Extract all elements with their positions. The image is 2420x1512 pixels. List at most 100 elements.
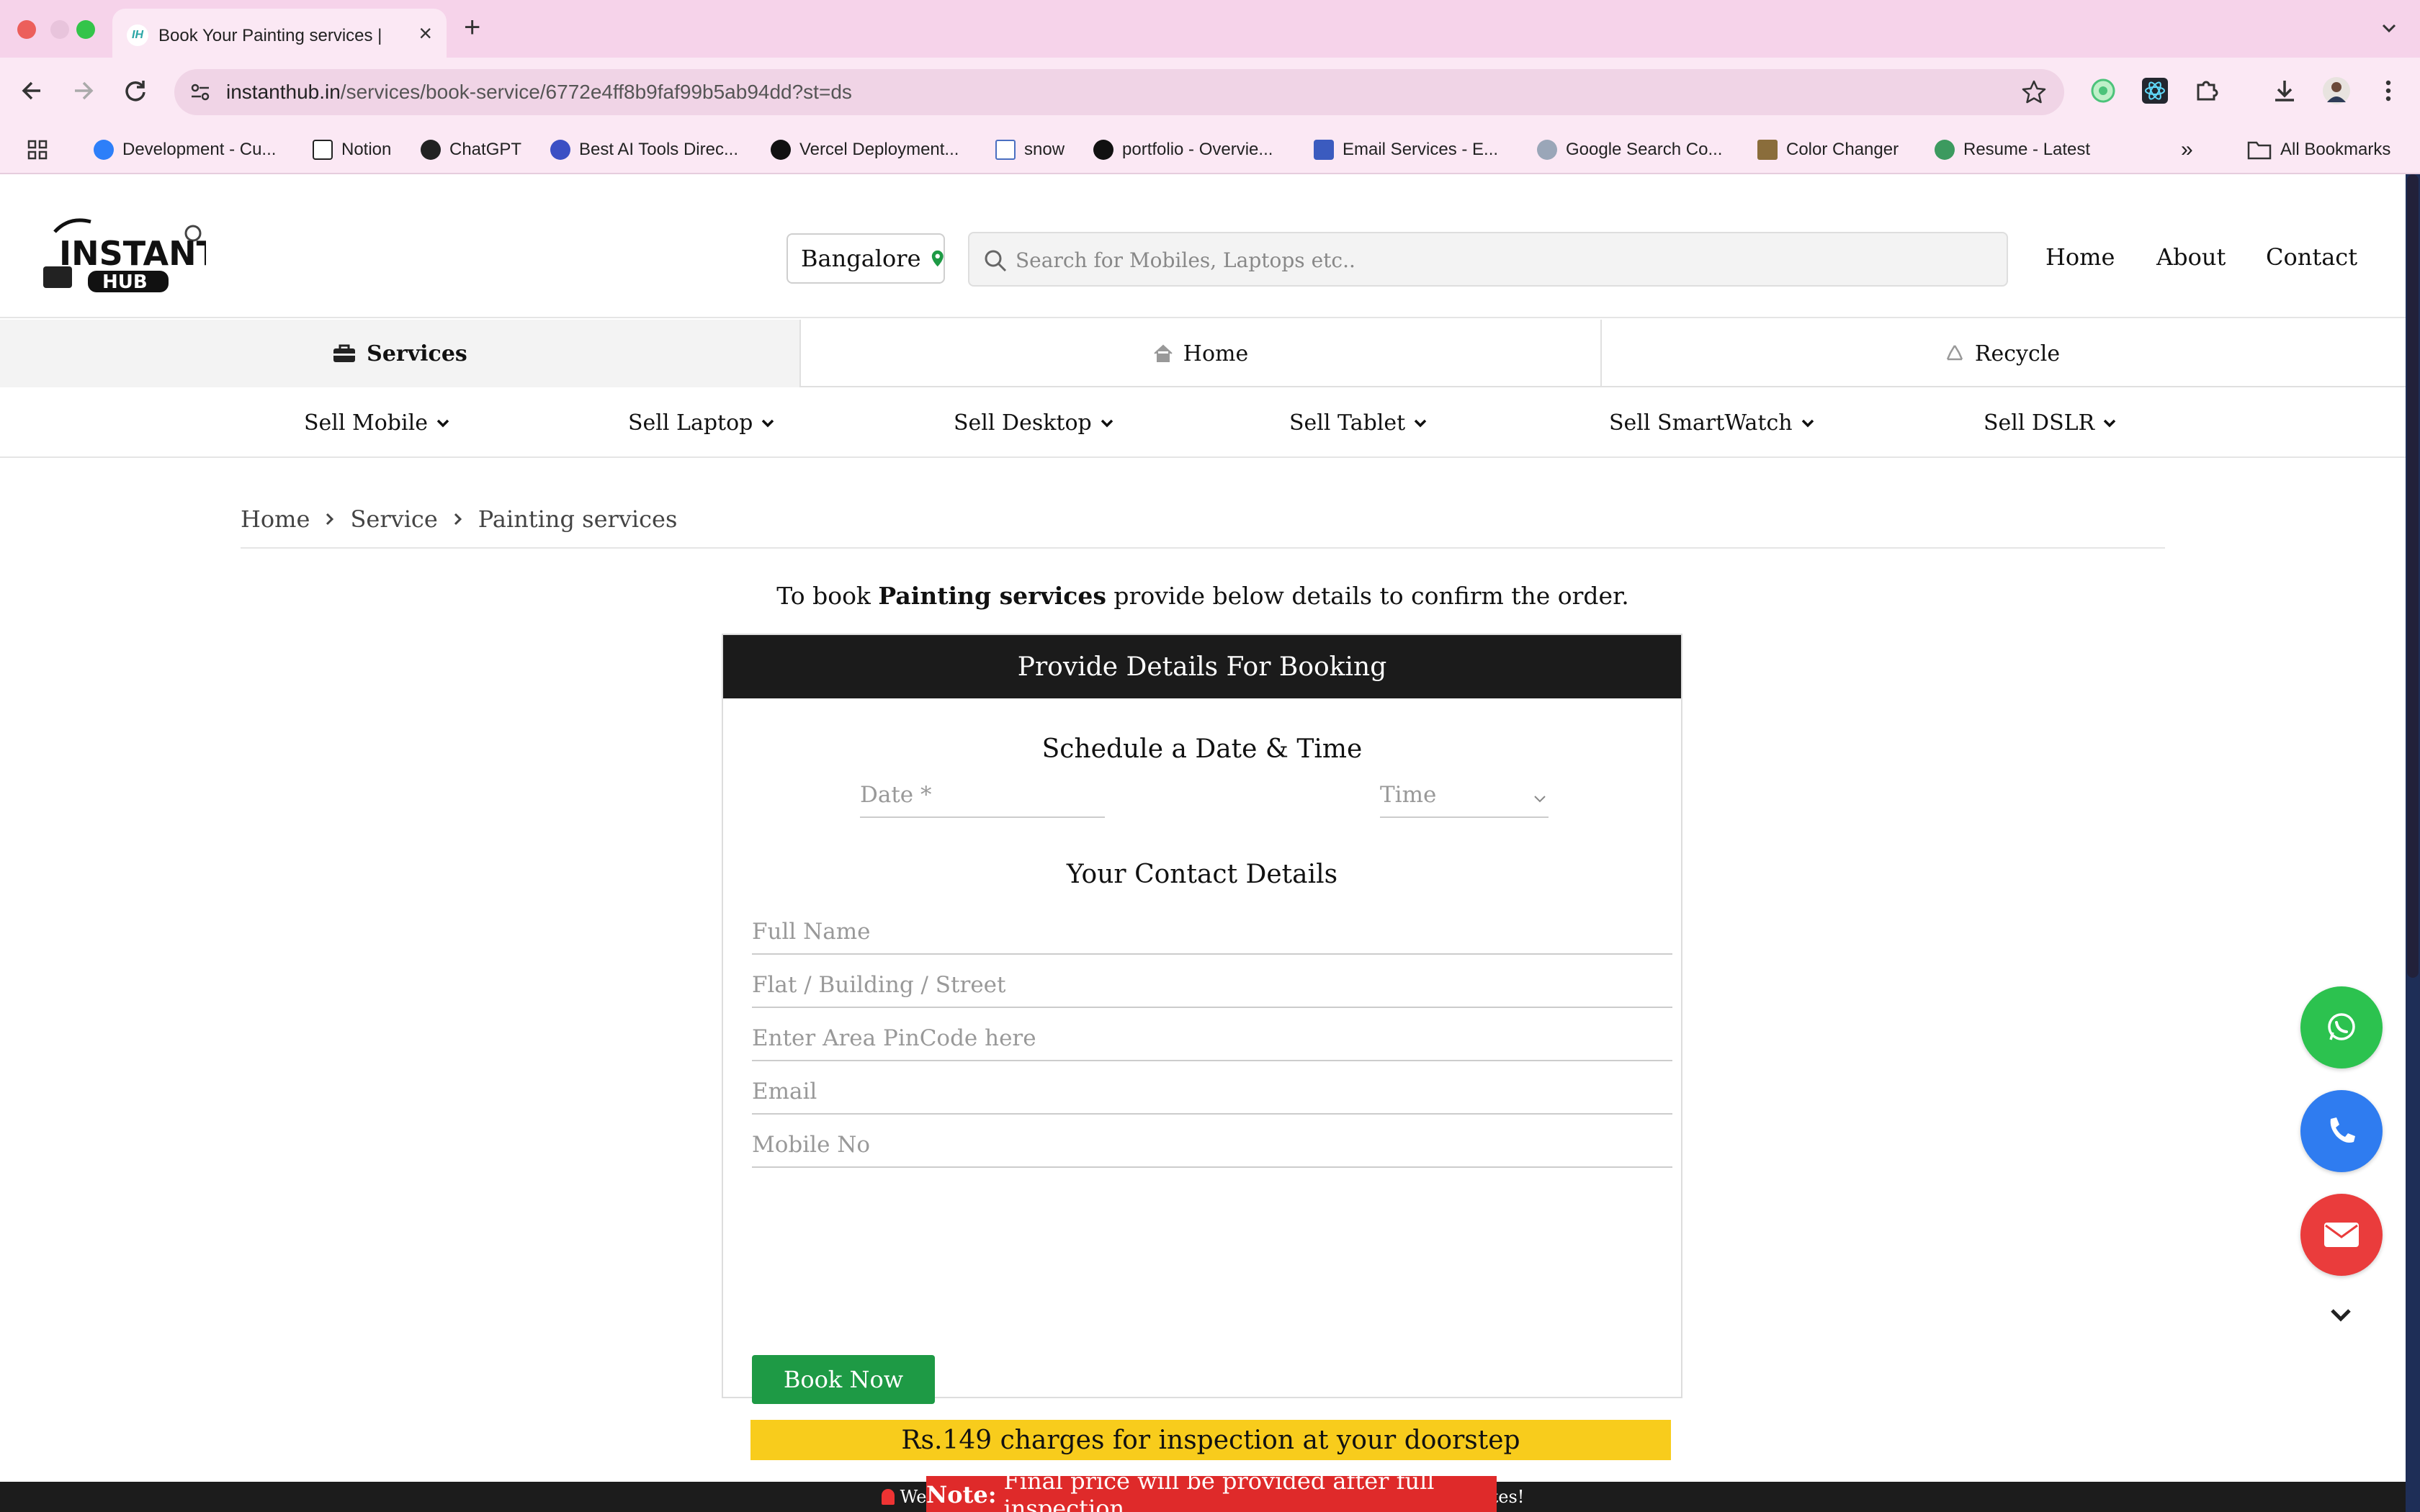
- vercel-icon: [771, 140, 791, 160]
- bookmark-development[interactable]: Development - Cu...: [94, 137, 276, 163]
- home-icon: [1154, 344, 1173, 362]
- window-maximize-button[interactable]: [76, 20, 95, 39]
- whatsapp-icon: [2328, 1013, 2355, 1040]
- sell-smartwatch-dropdown[interactable]: Sell SmartWatch: [1609, 410, 1814, 436]
- sell-tablet-label: Sell Tablet: [1289, 410, 1406, 436]
- bookmark-star-icon[interactable]: [2020, 78, 2048, 107]
- chevron-down-icon: [1414, 419, 1427, 427]
- collapse-chevron-icon[interactable]: [2328, 1302, 2354, 1328]
- logo-text-instant: INSTANT: [59, 234, 206, 273]
- chevron-down-icon: [436, 419, 449, 427]
- page-scrollbar-thumb[interactable]: [2407, 174, 2419, 978]
- extension-green-icon[interactable]: [2087, 75, 2119, 107]
- sell-menu: Sell Mobile Sell Laptop Sell Desktop Sel…: [0, 389, 2406, 458]
- forward-arrow-icon[interactable]: [66, 73, 101, 108]
- sell-dslr-dropdown[interactable]: Sell DSLR: [1984, 410, 2116, 436]
- search-input[interactable]: [1016, 243, 1981, 276]
- apps-grid-icon[interactable]: [26, 138, 49, 161]
- download-icon[interactable]: [2269, 75, 2300, 107]
- sell-smartwatch-label: Sell SmartWatch: [1609, 410, 1793, 436]
- reload-icon[interactable]: [118, 73, 153, 108]
- form-footer-area: [722, 634, 1682, 1398]
- intro-suffix: provide below details to confirm the ord…: [1106, 582, 1629, 610]
- notion-icon: [313, 140, 333, 160]
- breadcrumb-service[interactable]: Service: [350, 505, 437, 533]
- search-icon: [985, 250, 1007, 272]
- phone-icon: [2330, 1117, 2355, 1143]
- site-info-icon[interactable]: [187, 79, 213, 105]
- bookmark-label: ChatGPT: [449, 140, 522, 159]
- sell-tablet-dropdown[interactable]: Sell Tablet: [1289, 410, 1427, 436]
- react-devtools-icon[interactable]: [2139, 75, 2171, 107]
- logo-graphic: INSTANT HUB: [43, 218, 220, 293]
- envelope-icon: [2324, 1223, 2359, 1247]
- tab-home[interactable]: Home: [801, 320, 1602, 387]
- tab-home-label: Home: [1183, 341, 1249, 366]
- tab-services-label: Services: [367, 341, 467, 366]
- bookmark-notion[interactable]: Notion: [313, 137, 391, 163]
- browser-tab[interactable]: IH Book Your Painting services | ×: [112, 9, 447, 58]
- nav-home-link[interactable]: Home: [2045, 243, 2115, 271]
- location-selector[interactable]: Bangalore: [786, 233, 945, 284]
- bookmark-vercel[interactable]: Vercel Deployment...: [771, 137, 959, 163]
- chevron-right-icon: [326, 513, 334, 526]
- bookmark-label: Notion: [341, 140, 392, 159]
- bookmark-google-search-console[interactable]: Google Search Co...: [1537, 137, 1722, 163]
- browser-menu-icon[interactable]: [2372, 75, 2404, 107]
- bookmark-ai-tools[interactable]: Best AI Tools Direc...: [550, 137, 738, 163]
- nav-about-link[interactable]: About: [2156, 243, 2226, 271]
- profile-avatar-icon[interactable]: [2321, 75, 2352, 107]
- recycle-icon: [1946, 345, 1963, 361]
- bookmark-label: portfolio - Overvie...: [1122, 140, 1273, 159]
- chevron-down-icon: [1801, 419, 1814, 427]
- vercel-icon: [1093, 140, 1113, 160]
- sell-laptop-dropdown[interactable]: Sell Laptop: [628, 410, 774, 436]
- bookmark-resume[interactable]: Resume - Latest: [1935, 137, 2090, 163]
- bookmarks-bar: Development - Cu... Notion ChatGPT Best …: [0, 125, 2420, 174]
- all-bookmarks[interactable]: All Bookmarks: [2247, 137, 2390, 163]
- email-button[interactable]: [2300, 1194, 2383, 1276]
- tab-services[interactable]: Services: [0, 320, 801, 387]
- back-arrow-icon[interactable]: [14, 73, 49, 108]
- bookmarks-overflow-icon[interactable]: »: [2181, 137, 2193, 163]
- bookmark-snow[interactable]: snow: [995, 137, 1065, 163]
- operating-banner: We are currently operating in Bangalore …: [0, 1482, 2406, 1512]
- bookmark-color-changer[interactable]: Color Changer: [1757, 137, 1899, 163]
- nav-contact-link[interactable]: Contact: [2266, 243, 2357, 271]
- bookmark-portfolio[interactable]: portfolio - Overvie...: [1093, 137, 1273, 163]
- whatsapp-button[interactable]: [2300, 986, 2383, 1068]
- alert-siren-icon: [881, 1489, 895, 1505]
- instanthub-logo[interactable]: INSTANT HUB: [40, 213, 220, 297]
- phone-call-button[interactable]: [2300, 1090, 2383, 1172]
- sell-mobile-dropdown[interactable]: Sell Mobile: [304, 410, 449, 436]
- bookmark-chatgpt[interactable]: ChatGPT: [421, 137, 521, 163]
- intro-prefix: To book: [776, 582, 879, 610]
- briefcase-icon: [333, 344, 356, 362]
- chevron-down-icon: [762, 419, 774, 427]
- bookmark-email-services[interactable]: Email Services - E...: [1314, 137, 1498, 163]
- sell-desktop-label: Sell Desktop: [954, 410, 1092, 436]
- tab-list-chevron-icon[interactable]: [2378, 17, 2400, 39]
- search-console-icon: [1537, 140, 1557, 160]
- tab-close-icon[interactable]: ×: [418, 20, 432, 46]
- tab-recycle[interactable]: Recycle: [1602, 320, 2403, 387]
- address-bar[interactable]: instanthub.in/services/book-service/6772…: [174, 69, 2064, 115]
- breadcrumb-home[interactable]: Home: [241, 505, 310, 533]
- bookmark-label: Color Changer: [1786, 140, 1899, 159]
- breadcrumb-current: Painting services: [478, 505, 678, 533]
- chevron-down-icon: [1101, 419, 1113, 427]
- web-page: INSTANT HUB Bangalore Home About Contact…: [0, 174, 2406, 1512]
- search-box[interactable]: [968, 232, 2008, 287]
- chatgpt-icon: [421, 140, 441, 160]
- tools-icon: [1757, 140, 1778, 160]
- map-pin-icon: [931, 250, 944, 267]
- window-close-button[interactable]: [17, 20, 36, 39]
- window-minimize-button[interactable]: [50, 20, 69, 39]
- browser-toolbar: instanthub.in/services/book-service/6772…: [0, 58, 2420, 125]
- chevron-down-icon: [2103, 419, 2116, 427]
- new-tab-icon[interactable]: +: [464, 12, 480, 43]
- url-path: /services/book-service/6772e4ff8b9faf99b…: [340, 81, 852, 103]
- sell-desktop-dropdown[interactable]: Sell Desktop: [954, 410, 1113, 436]
- extensions-puzzle-icon[interactable]: [2191, 75, 2223, 107]
- bookmark-label: Google Search Co...: [1566, 140, 1723, 159]
